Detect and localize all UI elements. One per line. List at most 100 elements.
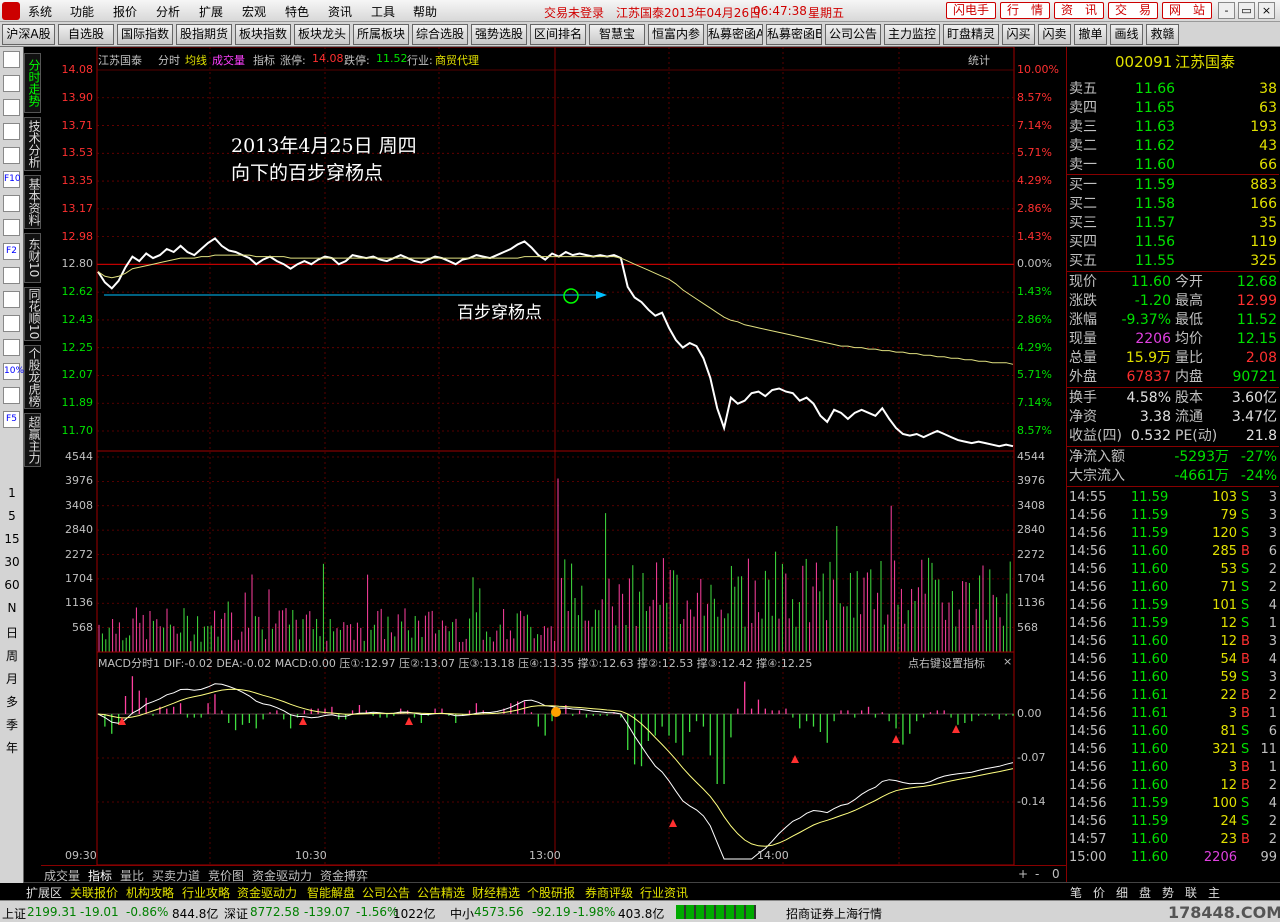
period-4[interactable]: 60 [0, 578, 24, 592]
candle-icon[interactable] [3, 123, 20, 140]
menu-item-4[interactable]: 扩展 [199, 3, 223, 20]
vtab-6[interactable]: 超赢主力 [24, 413, 41, 467]
right-tab-5[interactable]: 联 [1185, 884, 1197, 901]
zoom-control-0[interactable]: + [1018, 867, 1028, 881]
toolbar-item-15[interactable]: 主力监控 [884, 24, 940, 45]
period-2[interactable]: 15 [0, 532, 24, 546]
toolbar-item-0[interactable]: 沪深A股 [2, 24, 55, 45]
period-1[interactable]: 5 [0, 509, 24, 523]
macd-close-icon[interactable]: × [1003, 655, 1012, 668]
chart-avg-label[interactable]: 均线 [185, 52, 207, 68]
toolbar-item-8[interactable]: 强势选股 [471, 24, 527, 45]
top-button-3[interactable]: 交 易 [1108, 2, 1158, 19]
link-item-3[interactable]: 行业攻略 [182, 884, 230, 901]
vtab-0[interactable]: 分时走势 [24, 53, 41, 113]
toolbar-item-13[interactable]: 私募密函B [766, 24, 822, 45]
menu-item-6[interactable]: 特色 [285, 3, 309, 20]
link-item-11[interactable]: 行业资讯 [640, 884, 688, 901]
stats-button[interactable]: 统计 [968, 52, 990, 68]
link-item-6[interactable]: 公司公告 [362, 884, 410, 901]
chart-mode-label[interactable]: 分时 [158, 52, 180, 68]
period-11[interactable]: 年 [0, 739, 24, 756]
zoom-control-2[interactable]: 0 [1052, 867, 1060, 881]
bar-icon[interactable] [3, 339, 20, 356]
pen-icon[interactable] [3, 387, 20, 404]
top-button-4[interactable]: 网 站 [1162, 2, 1212, 19]
menu-item-9[interactable]: 帮助 [413, 3, 437, 20]
link-item-5[interactable]: 智能解盘 [307, 884, 355, 901]
toolbar-item-19[interactable]: 撤单 [1074, 24, 1107, 45]
vtab-1[interactable]: 技术分析 [24, 117, 41, 171]
period-9[interactable]: 多 [0, 693, 24, 710]
toolbar-item-16[interactable]: 盯盘精灵 [943, 24, 999, 45]
f10-icon[interactable]: F10 [3, 171, 21, 188]
toolbar-item-14[interactable]: 公司公告 [825, 24, 881, 45]
toolbar-item-2[interactable]: 国际指数 [117, 24, 173, 45]
menu-item-5[interactable]: 宏观 [242, 3, 266, 20]
link-item-2[interactable]: 机构攻略 [126, 884, 174, 901]
toolbar-item-21[interactable]: 救赣 [1146, 24, 1179, 45]
period-6[interactable]: 日 [0, 624, 24, 641]
toolbar-item-12[interactable]: 私募密函A [707, 24, 763, 45]
link-item-4[interactable]: 资金驱动力 [237, 884, 297, 901]
toolbar-item-9[interactable]: 区间排名 [530, 24, 586, 45]
trend-icon[interactable] [3, 315, 20, 332]
toolbar-item-4[interactable]: 板块指数 [235, 24, 291, 45]
block-icon[interactable] [3, 267, 20, 284]
menu-item-2[interactable]: 报价 [113, 3, 137, 20]
period-8[interactable]: 月 [0, 670, 24, 687]
link-item-9[interactable]: 个股研报 [527, 884, 575, 901]
vtab-2[interactable]: 基本资料 [24, 175, 41, 229]
maximize-icon[interactable]: ▭ [1238, 2, 1255, 19]
percent-icon[interactable]: 10% [3, 363, 24, 380]
period-3[interactable]: 30 [0, 555, 24, 569]
zoom-control-1[interactable]: - [1035, 867, 1039, 881]
table-icon[interactable] [3, 147, 20, 164]
vtab-5[interactable]: 个股龙虎榜 [24, 345, 41, 409]
grid-icon[interactable] [3, 75, 20, 92]
period-7[interactable]: 周 [0, 647, 24, 664]
chart-canvas[interactable] [41, 47, 1066, 865]
link-item-8[interactable]: 财经精选 [472, 884, 520, 901]
vtab-4[interactable]: 同花顺10 [24, 287, 41, 341]
close-icon[interactable]: × [1258, 2, 1275, 19]
link-item-7[interactable]: 公告精选 [417, 884, 465, 901]
toolbar-item-1[interactable]: 自选股 [58, 24, 114, 45]
right-tab-0[interactable]: 笔 [1070, 884, 1082, 901]
right-tab-4[interactable]: 势 [1162, 884, 1174, 901]
menu-item-3[interactable]: 分析 [156, 3, 180, 20]
macd-hint[interactable]: 点右键设置指标 [908, 655, 985, 671]
right-tab-2[interactable]: 细 [1116, 884, 1128, 901]
toolbar-item-20[interactable]: 画线 [1110, 24, 1143, 45]
toolbar-item-6[interactable]: 所属板块 [353, 24, 409, 45]
chart-ind-label[interactable]: 指标 [253, 52, 275, 68]
period-0[interactable]: 1 [0, 486, 24, 500]
top-button-1[interactable]: 行 情 [1000, 2, 1050, 19]
menu-item-1[interactable]: 功能 [70, 3, 94, 20]
period-10[interactable]: 季 [0, 716, 24, 733]
toolbar-item-17[interactable]: 闪买 [1002, 24, 1035, 45]
toolbar-item-18[interactable]: 闪卖 [1038, 24, 1071, 45]
top-button-2[interactable]: 资 讯 [1054, 2, 1104, 19]
right-tab-3[interactable]: 盘 [1139, 884, 1151, 901]
menu-item-8[interactable]: 工具 [371, 3, 395, 20]
f5-icon[interactable]: F5 [3, 411, 20, 428]
toolbar-item-11[interactable]: 恒富内参 [648, 24, 704, 45]
menu-item-7[interactable]: 资讯 [328, 3, 352, 20]
link-item-10[interactable]: 券商评级 [585, 884, 633, 901]
toolbar-item-3[interactable]: 股指期货 [176, 24, 232, 45]
menu-item-0[interactable]: 系统 [28, 3, 52, 20]
list-icon[interactable] [3, 51, 20, 68]
news-icon[interactable] [3, 219, 20, 236]
report-icon[interactable] [3, 195, 20, 212]
top-button-0[interactable]: 闪电手 [946, 2, 996, 19]
right-tab-6[interactable]: 主 [1208, 884, 1220, 901]
line-chart-icon[interactable] [3, 99, 20, 116]
intraday-chart[interactable]: 江苏国泰 分时 均线 成交量 指标 涨停: 14.08 跌停: 11.52 行业… [41, 47, 1066, 865]
link-item-0[interactable]: 扩展区 [26, 884, 62, 901]
toolbar-item-7[interactable]: 综合选股 [412, 24, 468, 45]
right-tab-1[interactable]: 价 [1093, 884, 1105, 901]
period-5[interactable]: N [0, 601, 24, 615]
toolbar-item-5[interactable]: 板块龙头 [294, 24, 350, 45]
vtab-3[interactable]: 东财10 [24, 233, 41, 283]
